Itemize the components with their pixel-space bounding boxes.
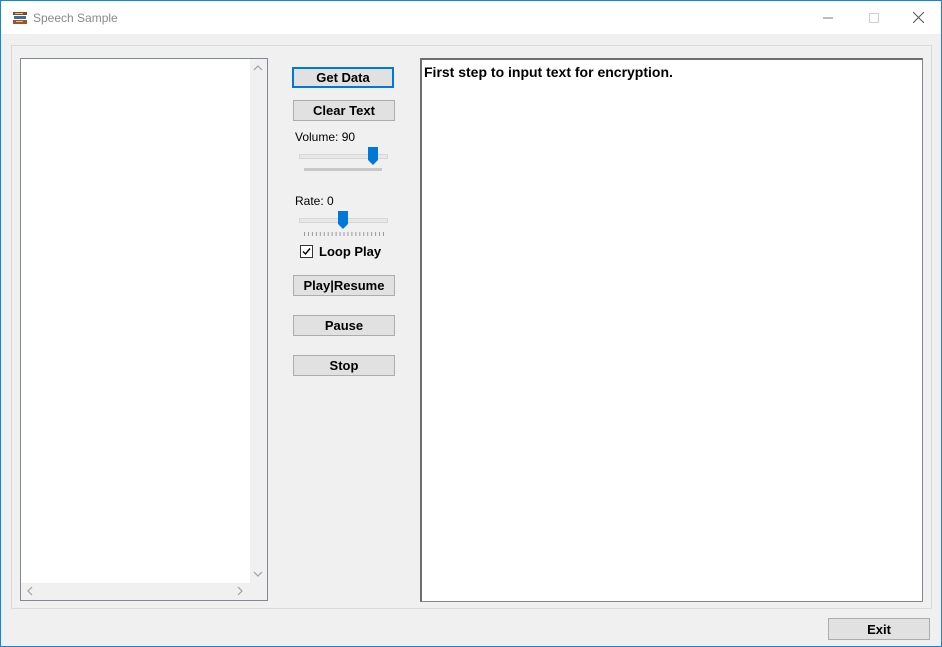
loop-play-checkbox-box[interactable] [300, 245, 313, 258]
textarea-content[interactable]: First step to input text for encryption. [424, 64, 673, 80]
scroll-right-icon[interactable] [235, 586, 245, 596]
scroll-down-icon[interactable] [253, 569, 263, 579]
volume-slider[interactable] [299, 146, 389, 176]
scrollbar-corner [250, 583, 267, 600]
maximize-button[interactable] [851, 1, 897, 34]
pause-button[interactable]: Pause [293, 315, 395, 336]
minimize-button[interactable] [805, 1, 851, 34]
content-panel: Get Data Clear Text Volume: 90 Rate: 0 L… [11, 45, 932, 609]
get-data-button[interactable]: Get Data [292, 67, 394, 88]
scroll-up-icon[interactable] [253, 63, 263, 73]
vertical-scrollbar[interactable] [250, 59, 267, 583]
volume-tick-bar [304, 168, 382, 171]
exit-button[interactable]: Exit [828, 618, 930, 640]
checkmark-icon [302, 248, 311, 256]
rate-label: Rate: 0 [295, 194, 334, 208]
title-bar[interactable]: Speech Sample [1, 1, 941, 34]
horizontal-scrollbar[interactable] [21, 583, 250, 600]
maximize-icon [869, 12, 879, 23]
volume-thumb[interactable] [368, 147, 378, 165]
stacked-books-icon [13, 12, 27, 24]
input-textarea[interactable]: First step to input text for encryption. [420, 58, 923, 602]
rate-thumb[interactable] [338, 211, 348, 229]
stop-button[interactable]: Stop [293, 355, 395, 376]
rate-ticks [304, 232, 384, 236]
main-window: Speech Sample Get Data Clear Text Volume… [0, 0, 942, 647]
window-title: Speech Sample [33, 11, 118, 25]
scroll-left-icon[interactable] [25, 586, 35, 596]
rate-slider[interactable] [299, 210, 389, 240]
volume-label: Volume: 90 [295, 130, 356, 144]
close-button[interactable] [895, 1, 941, 34]
play-resume-button[interactable]: Play|Resume [293, 275, 395, 296]
loop-play-label: Loop Play [319, 244, 382, 259]
minimize-icon [823, 17, 833, 18]
close-icon [912, 12, 924, 23]
loop-play-checkbox[interactable]: Loop Play [300, 244, 395, 260]
clear-text-button[interactable]: Clear Text [293, 100, 395, 121]
voice-listbox[interactable] [20, 58, 268, 601]
